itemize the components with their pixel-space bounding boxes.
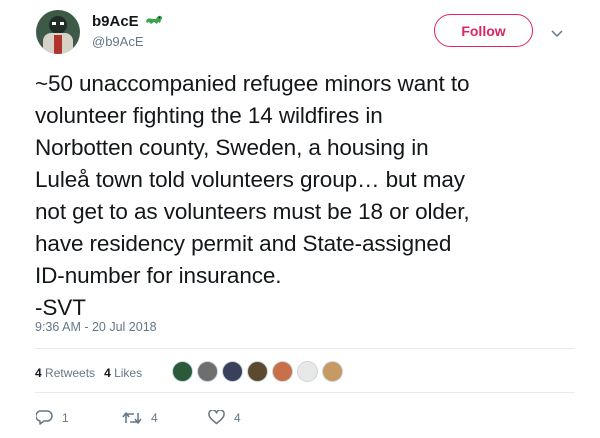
liker-avatar[interactable] [272,361,293,382]
avatar-stripe-shape [54,35,62,54]
like-action[interactable]: 4 [208,410,294,425]
avatar-eye-right [60,22,64,25]
liker-avatar[interactable] [197,361,218,382]
author-handle[interactable]: @b9AcE [92,34,144,49]
reply-icon [36,410,53,425]
engagement-stats: 4 Retweets 4 Likes [35,366,142,380]
retweets-count: 4 [35,366,42,380]
tweet-timestamp[interactable]: 9:36 AM - 20 Jul 2018 [35,320,157,334]
liker-avatar[interactable] [297,361,318,382]
divider [35,392,575,393]
likes-label: Likes [114,366,143,380]
liker-avatar[interactable] [247,361,268,382]
retweets-stat[interactable]: 4 Retweets [35,366,95,380]
likes-count: 4 [104,366,111,380]
divider [35,348,575,349]
liker-avatar[interactable] [222,361,243,382]
liker-avatar[interactable] [322,361,343,382]
tweet-text: ~50 unaccompanied refugee minors want to… [35,71,470,320]
avatar-eye-left [52,22,56,25]
liker-avatar[interactable] [172,361,193,382]
retweet-count: 4 [151,410,158,425]
like-count: 4 [234,410,241,425]
chevron-down-icon[interactable] [551,25,563,43]
tweet-actions: 1 4 4 [36,410,294,425]
author-name-row[interactable]: b9AcE [92,13,163,30]
likes-stat[interactable]: 4 Likes [104,366,142,380]
reply-action[interactable]: 1 [36,410,122,425]
heart-icon [208,410,225,425]
reply-count: 1 [62,410,69,425]
retweets-label: Retweets [45,366,96,380]
retweet-action[interactable]: 4 [122,410,208,425]
follow-button[interactable]: Follow [434,14,533,47]
author-display-name[interactable]: b9AcE [92,13,139,30]
retweet-icon [122,411,142,425]
liker-avatars [172,361,343,382]
avatar-head-shape [49,16,67,34]
frog-emoji-icon [145,13,163,30]
author-avatar[interactable] [36,10,80,54]
